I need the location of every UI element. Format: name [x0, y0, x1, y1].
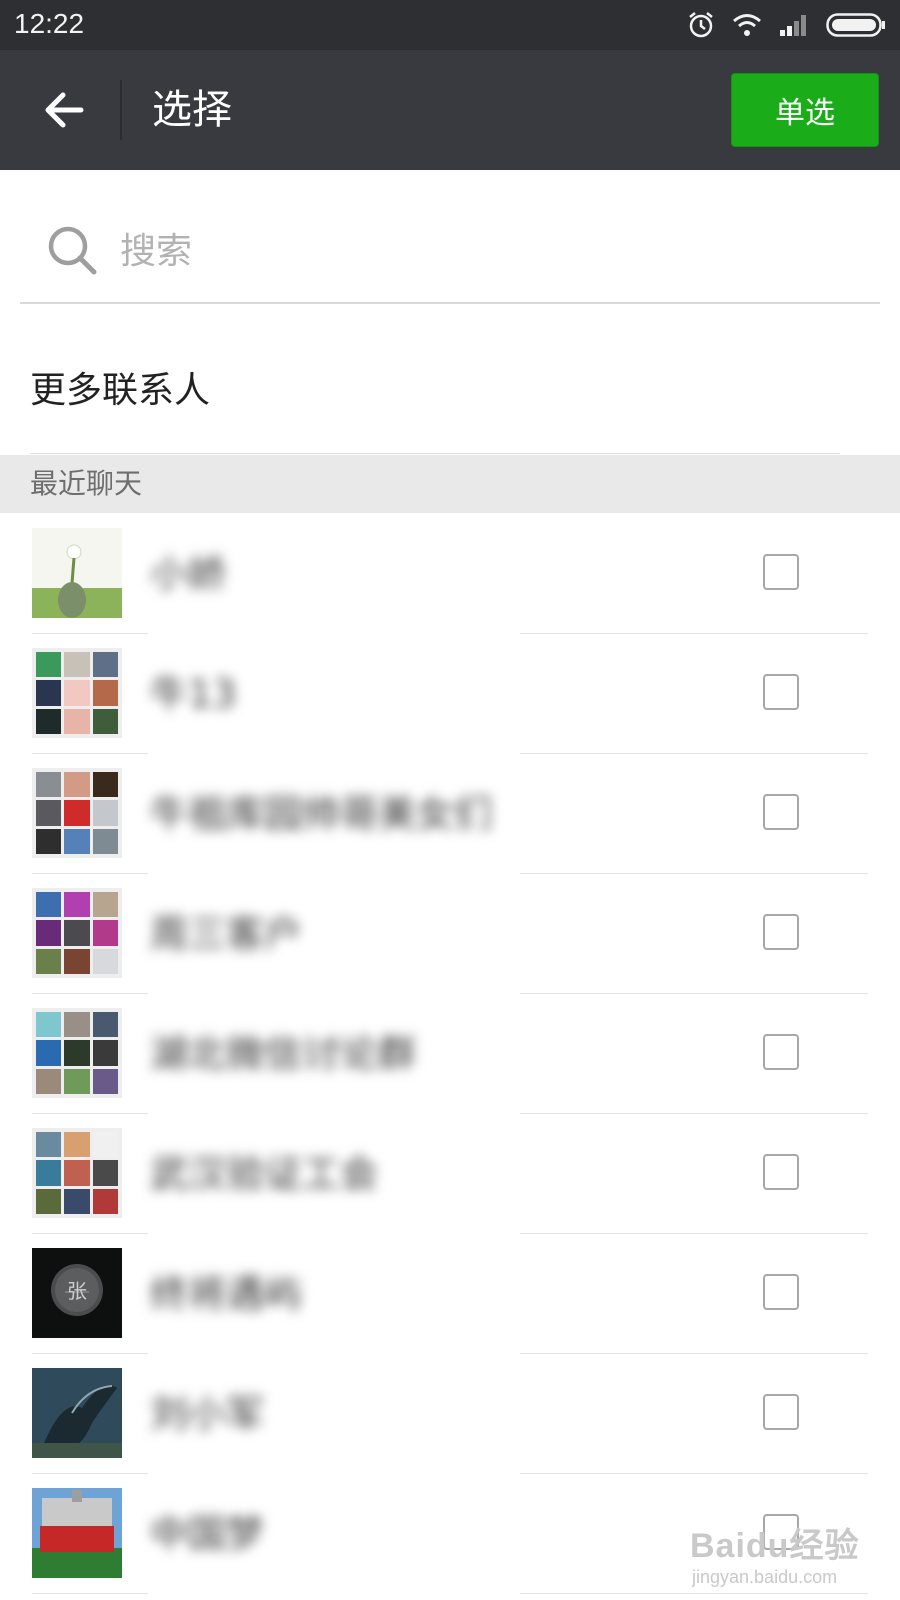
divider — [520, 1593, 868, 1594]
chat-name: 小娇 — [150, 552, 227, 596]
chat-name: 武汉验证工会 — [150, 1152, 379, 1196]
avatar — [32, 1128, 122, 1218]
list-item[interactable]: 刘小军 — [0, 1354, 900, 1474]
page-title: 选择 — [152, 87, 232, 133]
list-item[interactable]: 牛祖库园帅哥美女们 — [0, 754, 900, 874]
recent-chats-header: 最近聊天 — [0, 455, 900, 513]
search-icon — [48, 226, 97, 275]
select-checkbox[interactable] — [763, 794, 799, 830]
status-icons — [686, 10, 886, 40]
list-item[interactable]: 周三客户 — [0, 874, 900, 994]
avatar: 张 — [32, 1248, 122, 1338]
battery-icon — [826, 13, 885, 37]
list-item[interactable]: 武汉验证工会 — [0, 1114, 900, 1234]
avatar — [32, 888, 122, 978]
list-item[interactable]: 湖北微信讨论群 — [0, 994, 900, 1114]
chat-name: 湖北微信讨论群 — [150, 1032, 417, 1076]
single-select-button[interactable]: 单选 — [731, 73, 879, 147]
watermark-brand: Baidu经验 — [690, 1527, 860, 1565]
alarm-icon — [689, 12, 713, 38]
avatar — [32, 648, 122, 738]
select-checkbox[interactable] — [763, 1274, 799, 1310]
select-checkbox[interactable] — [763, 554, 799, 590]
chat-name: 牛13 — [150, 672, 237, 716]
list-item[interactable]: 小娇 — [0, 514, 900, 634]
back-arrow-icon — [45, 92, 84, 128]
chat-name: 刘小军 — [150, 1392, 265, 1436]
section-title: 最近聊天 — [30, 467, 143, 500]
list-item[interactable]: 牛13 — [0, 634, 900, 754]
chat-name: 牛祖库园帅哥美女们 — [150, 792, 493, 836]
search-bar[interactable]: 搜索 — [20, 200, 880, 304]
avatar — [32, 1368, 122, 1458]
status-time: 12:22 — [14, 8, 85, 39]
chat-list: 小娇 牛13 牛祖库园帅哥美女们 周三客户 湖北微信讨论群 武汉验证工会 张 终… — [0, 514, 900, 1594]
avatar — [32, 768, 122, 858]
list-item[interactable]: 张 终将遇屿 — [0, 1234, 900, 1354]
header-divider — [120, 80, 122, 140]
back-button[interactable] — [36, 82, 92, 138]
avatar — [32, 1008, 122, 1098]
avatar — [32, 528, 122, 618]
baidu-watermark: Baidu经验 jingyan.baidu.com — [690, 1518, 859, 1588]
signal-icon — [780, 15, 806, 36]
chat-name: 终将遇屿 — [150, 1272, 303, 1316]
svg-text:张: 张 — [67, 1279, 87, 1303]
chat-name: 中国梦 — [150, 1512, 265, 1556]
chat-name: 周三客户 — [150, 912, 303, 956]
watermark-url: jingyan.baidu.com — [692, 1567, 838, 1587]
avatar — [32, 1488, 122, 1578]
title-bar: 选择 单选 — [0, 50, 900, 170]
status-bar: 12:22 — [0, 0, 900, 50]
search-underline — [20, 302, 880, 304]
select-checkbox[interactable] — [763, 914, 799, 950]
search-input[interactable]: 搜索 — [120, 226, 192, 278]
divider — [32, 1593, 148, 1594]
select-checkbox[interactable] — [763, 674, 799, 710]
wifi-icon — [733, 14, 761, 36]
select-checkbox[interactable] — [763, 1154, 799, 1190]
more-contacts-item[interactable]: 更多联系人 — [30, 356, 210, 426]
divider — [30, 453, 840, 454]
select-checkbox[interactable] — [763, 1034, 799, 1070]
select-checkbox[interactable] — [763, 1394, 799, 1430]
